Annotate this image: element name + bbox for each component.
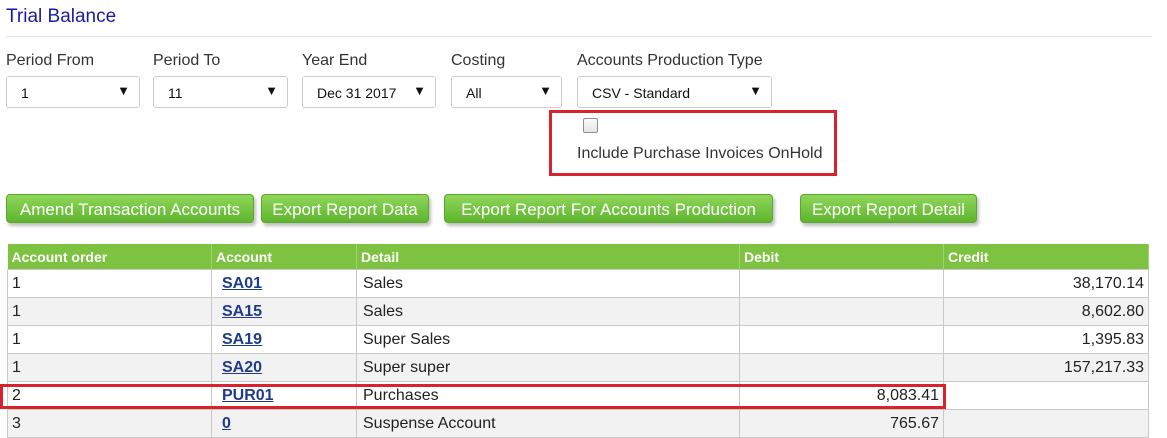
title-divider	[6, 36, 1152, 37]
chevron-down-icon: ▼	[539, 83, 552, 98]
cell-credit	[943, 409, 1149, 438]
table-row: 1 SA19 Super Sales 1,395.83	[7, 325, 1149, 354]
export-report-data-button[interactable]: Export Report Data	[261, 194, 429, 223]
account-link[interactable]: SA15	[216, 303, 262, 320]
cell-detail: Sales	[356, 269, 740, 298]
column-header-credit[interactable]: Credit	[943, 244, 1149, 270]
account-link[interactable]: 0	[216, 415, 231, 432]
cell-account-order: 1	[7, 353, 212, 382]
period-from-label: Period From	[6, 52, 95, 69]
cell-detail: Sales	[356, 297, 740, 326]
table-row: 1 SA15 Sales 8,602.80	[7, 297, 1149, 326]
amend-transaction-accounts-button[interactable]: Amend Transaction Accounts	[6, 194, 254, 223]
include-onhold-checkbox[interactable]	[583, 118, 598, 133]
cell-account-order: 1	[7, 269, 212, 298]
table-row: 1 SA20 Super super 157,217.33	[7, 353, 1149, 382]
cell-debit	[739, 325, 944, 354]
cell-credit: 157,217.33	[943, 353, 1149, 382]
table-row: 2 PUR01 Purchases 8,083.41	[7, 381, 1149, 410]
period-from-select[interactable]: 1 ▼	[6, 76, 140, 108]
page-title: Trial Balance	[6, 6, 117, 27]
cell-debit: 765.67	[739, 409, 944, 438]
cell-account-order: 1	[7, 325, 212, 354]
cell-detail: Purchases	[356, 381, 740, 410]
account-link[interactable]: SA19	[216, 331, 262, 348]
costing-label: Costing	[451, 52, 506, 69]
accounts-production-type-select[interactable]: CSV - Standard ▼	[577, 76, 772, 108]
period-to-label: Period To	[153, 52, 221, 69]
column-header-detail[interactable]: Detail	[356, 244, 740, 270]
cell-credit: 8,602.80	[943, 297, 1149, 326]
year-end-label: Year End	[302, 52, 368, 69]
chevron-down-icon: ▼	[117, 83, 130, 98]
costing-select[interactable]: All ▼	[451, 76, 562, 108]
column-header-account[interactable]: Account	[211, 244, 357, 270]
cell-account-order: 1	[7, 297, 212, 326]
account-link[interactable]: SA20	[216, 359, 262, 376]
column-header-account-order[interactable]: Account order	[7, 244, 212, 270]
table-header-row: Account order Account Detail Debit Credi…	[7, 244, 1149, 270]
period-from-value: 1	[21, 85, 29, 101]
export-report-detail-button[interactable]: Export Report Detail	[800, 194, 977, 223]
cell-detail: Super Sales	[356, 325, 740, 354]
trial-balance-table: Account order Account Detail Debit Credi…	[7, 244, 1149, 438]
cell-credit: 1,395.83	[943, 325, 1149, 354]
costing-value: All	[466, 85, 482, 101]
chevron-down-icon: ▼	[749, 83, 762, 98]
cell-credit	[943, 381, 1149, 410]
column-header-debit[interactable]: Debit	[739, 244, 944, 270]
cell-debit	[739, 269, 944, 298]
cell-account-order: 2	[7, 381, 212, 410]
export-report-accounts-production-button[interactable]: Export Report For Accounts Production	[444, 194, 773, 223]
cell-detail: Super super	[356, 353, 740, 382]
cell-account-order: 3	[7, 409, 212, 438]
accounts-production-type-label: Accounts Production Type	[577, 52, 763, 69]
chevron-down-icon: ▼	[413, 83, 426, 98]
period-to-value: 11	[168, 85, 183, 101]
cell-debit: 8,083.41	[739, 381, 944, 410]
cell-detail: Suspense Account	[356, 409, 740, 438]
table-row: 1 SA01 Sales 38,170.14	[7, 269, 1149, 298]
year-end-value: Dec 31 2017	[317, 85, 397, 101]
account-link[interactable]: SA01	[216, 275, 262, 292]
account-link[interactable]: PUR01	[216, 387, 274, 404]
period-to-select[interactable]: 11 ▼	[153, 76, 288, 108]
cell-debit	[739, 297, 944, 326]
accounts-production-type-value: CSV - Standard	[592, 85, 691, 101]
chevron-down-icon: ▼	[265, 83, 278, 98]
year-end-select[interactable]: Dec 31 2017 ▼	[302, 76, 436, 108]
cell-credit: 38,170.14	[943, 269, 1149, 298]
cell-debit	[739, 353, 944, 382]
table-row: 3 0 Suspense Account 765.67	[7, 409, 1149, 438]
include-onhold-label[interactable]: Include Purchase Invoices OnHold	[577, 145, 822, 163]
